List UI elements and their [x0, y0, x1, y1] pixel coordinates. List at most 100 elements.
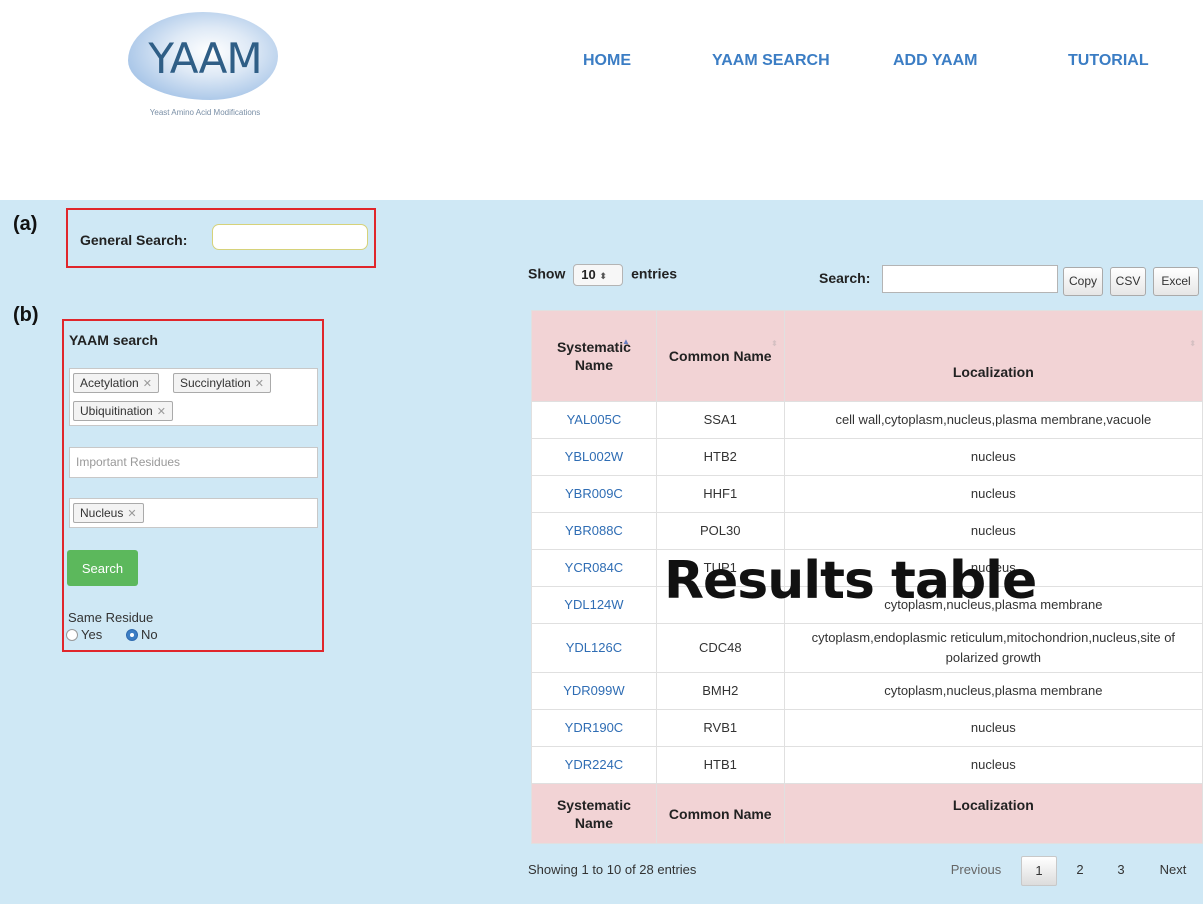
- radio-checked-icon[interactable]: [126, 629, 138, 641]
- table-body: YAL005C SSA1 cell wall,cytoplasm,nucleus,p…: [531, 401, 1203, 784]
- residues-placeholder: Important Residues: [76, 455, 181, 469]
- common-name-cell: TUP1: [655, 549, 785, 587]
- logo-tagline: Yeast Amino Acid Modifications: [149, 108, 261, 117]
- main-content: (a) (b) General Search: YAAM search Acet…: [0, 200, 1203, 904]
- panel-label-a: (a): [13, 213, 38, 235]
- footer-common-name: Common Name: [655, 783, 785, 844]
- systematic-name-cell[interactable]: YDR190C: [531, 709, 657, 747]
- table-row[interactable]: YDR224C HTB1 nucleus: [531, 746, 1203, 784]
- header-common-name[interactable]: Common Name ⬍: [655, 310, 785, 402]
- same-residue-label: Same Residue: [68, 610, 154, 625]
- localization-cell: nucleus: [783, 709, 1203, 747]
- table-row[interactable]: YDR190C RVB1 nucleus: [531, 709, 1203, 747]
- same-residue-yes[interactable]: Yes: [66, 627, 102, 642]
- common-name-cell: SSA1: [655, 401, 785, 439]
- remove-tag-icon[interactable]: ✕: [157, 406, 166, 418]
- yaam-search-title: YAAM search: [69, 332, 158, 348]
- header-localization[interactable]: Localization ⬍: [783, 310, 1203, 402]
- systematic-name-cell[interactable]: YDR224C: [531, 746, 657, 784]
- remove-tag-icon[interactable]: ✕: [143, 378, 152, 390]
- localization-cell: nucleus: [783, 746, 1203, 784]
- results-table: Systematic Name ▲ Common Name ⬍ Localizati…: [531, 310, 1203, 844]
- table-row[interactable]: YDL126C CDC48 cytoplasm,endoplasmic reticu…: [531, 623, 1203, 673]
- radio-unchecked-icon[interactable]: [66, 629, 78, 641]
- nav-add-yaam[interactable]: ADD YAAM: [893, 52, 977, 70]
- sort-icon: ⬍: [1189, 339, 1196, 348]
- show-label: Show: [528, 265, 566, 282]
- modification-tag[interactable]: Succinylation ✕: [173, 373, 271, 393]
- table-search-label: Search:: [819, 270, 871, 286]
- localization-cell: cytoplasm,nucleus,plasma membrane: [783, 672, 1203, 710]
- systematic-name-cell[interactable]: YAL005C: [531, 401, 657, 439]
- sort-ascending-icon: ▲: [621, 337, 630, 346]
- entries-length-control: Show 10 ⬍ entries: [528, 264, 677, 286]
- localization-select[interactable]: Nucleus ✕: [69, 498, 318, 528]
- common-name-cell: HHF1: [655, 475, 785, 513]
- localization-tag[interactable]: Nucleus ✕: [73, 503, 144, 523]
- yaam-search-button[interactable]: Search: [67, 550, 138, 586]
- pagination-page-1[interactable]: 1: [1021, 856, 1057, 886]
- localization-cell: cytoplasm,endoplasmic reticulum,mitochon…: [783, 623, 1203, 673]
- general-search-input[interactable]: [212, 224, 368, 250]
- yaam-logo[interactable]: YAAM Yeast Amino Acid Modifications: [120, 10, 290, 120]
- entries-select[interactable]: 10 ⬍: [573, 264, 624, 286]
- logo-text: YAAM: [148, 34, 262, 83]
- table-row[interactable]: YBR009C HHF1 nucleus: [531, 475, 1203, 513]
- excel-button[interactable]: Excel: [1153, 267, 1199, 296]
- copy-button[interactable]: Copy: [1063, 267, 1103, 296]
- table-row[interactable]: YAL005C SSA1 cell wall,cytoplasm,nucleus,p…: [531, 401, 1203, 439]
- common-name-cell: HTB2: [655, 438, 785, 476]
- nav-yaam-search[interactable]: YAAM SEARCH: [712, 52, 830, 70]
- localization-cell: cell wall,cytoplasm,nucleus,plasma membr…: [783, 401, 1203, 439]
- table-search-input[interactable]: [882, 265, 1058, 293]
- site-header: YAAM Yeast Amino Acid Modifications HOME…: [0, 0, 1203, 200]
- common-name-cell: [655, 586, 785, 624]
- modification-tag[interactable]: Acetylation ✕: [73, 373, 159, 393]
- general-search-label: General Search:: [80, 232, 188, 248]
- select-arrows-icon: ⬍: [599, 271, 607, 281]
- systematic-name-cell[interactable]: YDL124W: [531, 586, 657, 624]
- nav-tutorial[interactable]: TUTORIAL: [1068, 52, 1149, 70]
- systematic-name-cell[interactable]: YCR084C: [531, 549, 657, 587]
- pagination-previous[interactable]: Previous: [944, 856, 1008, 886]
- systematic-name-cell[interactable]: YDR099W: [531, 672, 657, 710]
- yaam-search-panel: YAAM search Acetylation ✕ Succinylation ✕ …: [62, 319, 324, 652]
- common-name-cell: POL30: [655, 512, 785, 550]
- remove-tag-icon[interactable]: ✕: [255, 378, 264, 390]
- common-name-cell: CDC48: [655, 623, 785, 673]
- systematic-name-cell[interactable]: YBR009C: [531, 475, 657, 513]
- common-name-cell: RVB1: [655, 709, 785, 747]
- remove-tag-icon[interactable]: ✕: [127, 508, 136, 520]
- table-row[interactable]: YDL124W cytoplasm,nucleus,plasma membrane: [531, 586, 1203, 624]
- pagination-page-2[interactable]: 2: [1065, 856, 1095, 886]
- localization-cell: nucleus: [783, 475, 1203, 513]
- modification-tag[interactable]: Ubiquitination ✕: [73, 401, 173, 421]
- common-name-cell: HTB1: [655, 746, 785, 784]
- table-row[interactable]: YBL002W HTB2 nucleus: [531, 438, 1203, 476]
- table-info: Showing 1 to 10 of 28 entries: [528, 862, 697, 877]
- table-row[interactable]: YCR084C TUP1 nucleus: [531, 549, 1203, 587]
- footer-localization: Localization: [783, 783, 1203, 844]
- same-residue-no[interactable]: No: [126, 627, 158, 642]
- table-row[interactable]: YDR099W BMH2 cytoplasm,nucleus,plasma memb…: [531, 672, 1203, 710]
- localization-cell: nucleus: [783, 438, 1203, 476]
- entries-label: entries: [631, 265, 678, 282]
- pagination-next[interactable]: Next: [1150, 856, 1196, 886]
- csv-button[interactable]: CSV: [1110, 267, 1146, 296]
- table-row[interactable]: YBR088C POL30 nucleus: [531, 512, 1203, 550]
- header-systematic-name[interactable]: Systematic Name ▲: [531, 310, 657, 402]
- sort-icon: ⬍: [770, 339, 778, 348]
- nav-home[interactable]: HOME: [583, 52, 631, 70]
- localization-cell: cytoplasm,nucleus,plasma membrane: [783, 586, 1203, 624]
- localization-cell: nucleus: [783, 512, 1203, 550]
- footer-systematic-name: Systematic Name: [531, 783, 657, 844]
- systematic-name-cell[interactable]: YBR088C: [531, 512, 657, 550]
- systematic-name-cell[interactable]: YDL126C: [531, 623, 657, 673]
- panel-label-b: (b): [13, 304, 39, 326]
- general-search-panel: General Search:: [66, 208, 376, 268]
- localization-cell: nucleus: [783, 549, 1203, 587]
- important-residues-input[interactable]: Important Residues: [69, 447, 318, 478]
- modification-select[interactable]: Acetylation ✕ Succinylation ✕ Ubiquitinati…: [69, 368, 318, 426]
- systematic-name-cell[interactable]: YBL002W: [531, 438, 657, 476]
- pagination-page-3[interactable]: 3: [1106, 856, 1136, 886]
